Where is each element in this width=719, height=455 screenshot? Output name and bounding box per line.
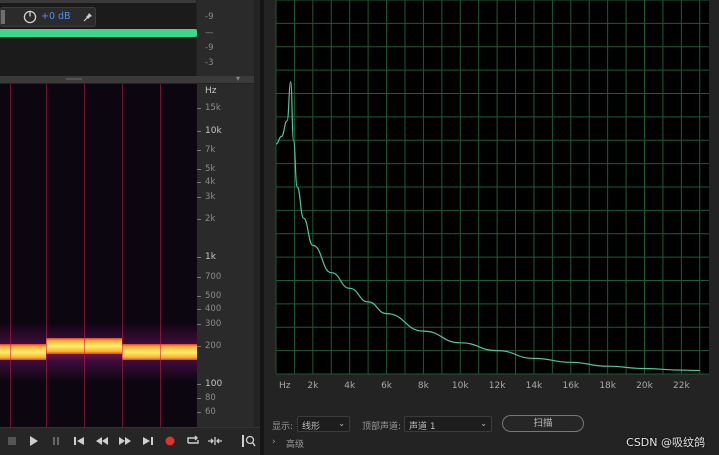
top-channel-select[interactable]: 声道 1 ⌄ xyxy=(404,416,492,432)
pin-icon[interactable] xyxy=(83,12,93,22)
gain-value[interactable]: +0 dB xyxy=(41,11,71,22)
hud-handle[interactable] xyxy=(1,10,5,24)
clip-boundary xyxy=(10,84,11,427)
spectral-band-segment xyxy=(0,344,46,360)
clip-boundary xyxy=(84,84,85,427)
frequency-tick-mark xyxy=(197,108,201,109)
x-tick-label: 14k xyxy=(526,381,543,391)
frequency-tick-label: 3k xyxy=(205,192,216,202)
frequency-tick-label: 400 xyxy=(205,304,222,314)
frequency-tick-label: 100 xyxy=(205,379,223,389)
chevron-down-icon: ⌄ xyxy=(480,419,487,428)
ruler-unit: Hz xyxy=(205,86,217,96)
stop-icon[interactable] xyxy=(4,434,20,448)
frequency-tick-label: 200 xyxy=(205,341,222,351)
frequency-tick-mark xyxy=(197,412,201,413)
x-tick-label: 6k xyxy=(381,381,393,391)
frequency-tick-mark xyxy=(197,398,201,399)
display-mode-select[interactable]: 线形 ⌄ xyxy=(297,416,350,432)
frequency-tick-label: 5k xyxy=(205,164,216,174)
volume-hud[interactable]: +0 dB xyxy=(0,7,96,27)
chevron-down-icon: ⌄ xyxy=(338,419,345,428)
frequency-tick-label: 60 xyxy=(205,407,216,417)
go-to-previous-icon[interactable] xyxy=(71,434,87,448)
frequency-tick-mark xyxy=(197,257,201,258)
frequency-tick-mark xyxy=(197,346,201,347)
top-channel-label: 顶部声道: xyxy=(362,422,402,432)
fast-forward-icon[interactable] xyxy=(117,434,133,448)
x-tick-label: Hz xyxy=(279,381,291,391)
level-tick: -9 xyxy=(205,12,214,22)
rewind-icon[interactable] xyxy=(94,434,110,448)
go-to-next-icon[interactable] xyxy=(140,434,156,448)
watermark: CSDN @吸纹鸽 xyxy=(626,436,705,449)
level-tick: -9 xyxy=(205,43,214,53)
x-tick-label: 10k xyxy=(452,381,469,391)
frequency-tick-label: 7k xyxy=(205,145,216,155)
splitter-grip-icon[interactable] xyxy=(66,78,82,80)
pause-icon[interactable] xyxy=(48,434,64,448)
frequency-tick-mark xyxy=(197,277,201,278)
frequency-tick-label: 15k xyxy=(205,103,221,113)
x-tick-label: 4k xyxy=(344,381,356,391)
transport-bar xyxy=(0,427,260,455)
x-tick-label: 16k xyxy=(562,381,579,391)
frequency-tick-label: 2k xyxy=(205,214,216,224)
frequency-tick-label: 1k xyxy=(205,252,216,262)
play-icon[interactable] xyxy=(25,434,41,448)
display-mode-value: 线形 xyxy=(302,422,321,432)
spectral-display[interactable] xyxy=(0,84,197,427)
frequency-tick-mark xyxy=(197,296,201,297)
top-channel-value: 声道 1 xyxy=(409,422,436,432)
zoom-to-fit-icon[interactable] xyxy=(241,434,257,448)
frequency-tick-mark xyxy=(197,150,201,151)
expand-arrow-icon[interactable]: › xyxy=(272,437,276,447)
x-axis-ticks: Hz 2k 4k 6k 8k 10k 12k 14k 16k 18k 20k 22k xyxy=(279,381,690,391)
frequency-tick-mark xyxy=(197,182,201,183)
frequency-tick-mark xyxy=(197,131,201,132)
frequency-tick-label: 700 xyxy=(205,272,222,282)
frequency-tick-label: 4k xyxy=(205,177,216,187)
frequency-tick-mark xyxy=(197,197,201,198)
advanced-section-toggle[interactable]: 高级 xyxy=(286,437,304,450)
frequency-tick-label: 80 xyxy=(205,393,216,403)
gain-knob-icon[interactable] xyxy=(23,10,37,24)
editor-panel: +0 dB -9 — -9 -3 ▾ Hz 15k 10k 7k 5k 4k 3k 2k 1k… xyxy=(0,0,260,455)
level-tick: — xyxy=(205,28,214,38)
display-mode-label: 显示: xyxy=(272,422,294,432)
skip-selection-icon[interactable] xyxy=(207,434,223,448)
frequency-tick-label: 500 xyxy=(205,291,222,301)
frequency-tick-mark xyxy=(197,219,201,220)
collapse-arrow-icon[interactable]: ▾ xyxy=(236,74,240,83)
x-tick-label: 12k xyxy=(489,381,506,391)
frequency-tick-mark xyxy=(197,169,201,170)
level-meter-ruler: -9 — -9 -3 xyxy=(197,0,254,76)
level-tick: -3 xyxy=(205,58,214,68)
frequency-tick-mark xyxy=(197,384,201,385)
frequency-tick-mark xyxy=(197,324,201,325)
track-edge xyxy=(0,0,196,3)
frequency-analysis-panel: Hz 2k 4k 6k 8k 10k 12k 14k 16k 18k 20k 22k 显示: 线形 ⌄… xyxy=(264,0,719,455)
x-tick-label: 2k xyxy=(307,381,319,391)
waveform-track: +0 dB xyxy=(0,0,197,76)
audio-clip[interactable] xyxy=(0,29,197,37)
clip-boundary xyxy=(122,84,123,427)
panel-splitter[interactable] xyxy=(0,76,254,83)
x-tick-label: 22k xyxy=(673,381,690,391)
frequency-tick-mark xyxy=(197,309,201,310)
frequency-analysis-chart[interactable]: Hz 2k 4k 6k 8k 10k 12k 14k 16k 18k 20k 22k xyxy=(264,0,719,412)
frequency-tick-label: 10k xyxy=(205,126,222,136)
x-tick-label: 20k xyxy=(636,381,653,391)
scan-button[interactable]: 扫描 xyxy=(502,415,584,432)
loop-icon[interactable] xyxy=(185,434,201,448)
x-tick-label: 18k xyxy=(599,381,616,391)
clip-boundary xyxy=(46,84,47,427)
record-icon[interactable] xyxy=(162,434,178,448)
frequency-tick-label: 300 xyxy=(205,319,222,329)
x-tick-label: 8k xyxy=(418,381,430,391)
clip-boundary xyxy=(160,84,161,427)
